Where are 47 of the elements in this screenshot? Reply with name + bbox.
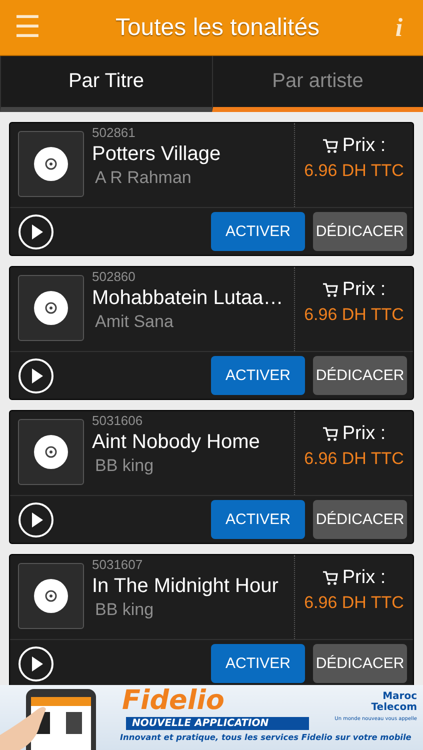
screen-title: Toutes les tonalités [114,14,321,42]
disc-icon [34,291,68,325]
price-label: Prix : [342,423,386,445]
activate-button[interactable]: ACTIVER [211,500,305,539]
brand-logo: Fidelio [122,685,224,717]
disc-icon [34,579,68,613]
price-label: Prix : [342,135,386,157]
price-value: 6.96 DH TTC [304,593,404,613]
dedicate-button[interactable]: DÉDICACER [313,644,407,683]
artist-name: Amit Sana [94,312,174,332]
operator-logo: Maroc Telecom [370,691,417,713]
play-icon[interactable] [18,646,54,682]
tab[interactable]: Par Titre [0,56,212,112]
artist-name: BB king [94,600,155,620]
cart-icon [322,570,338,586]
tagline: Innovant et pratique, tous les services Fidelio sur votre mobile [120,732,412,742]
activate-button[interactable]: ACTIVER [211,644,305,683]
play-icon[interactable] [18,214,54,250]
tone-title: Potters Village [92,143,222,166]
price-value: 6.96 DH TTC [304,161,404,181]
tone-title: Aint Nobody Home [92,431,261,454]
tone-title: Mohabbatein Lutaa… [92,287,284,310]
tone-code: 5031607 [92,557,144,572]
tone-code: 502860 [92,269,136,284]
price-label: Prix : [342,567,386,589]
price-value: 6.96 DH TTC [304,305,404,325]
dedicate-button[interactable]: DÉDICACER [313,356,407,395]
tab[interactable]: Par artiste [212,56,423,112]
play-icon[interactable] [18,502,54,538]
dedicate-button[interactable]: DÉDICACER [313,500,407,539]
play-icon[interactable] [18,358,54,394]
cart-icon [322,282,338,298]
cart-icon [322,426,338,442]
artist-name: BB king [94,456,155,476]
tone-code: 5031606 [92,413,144,428]
price-label: Prix : [342,279,386,301]
activate-button[interactable]: ACTIVER [211,212,305,251]
ribbon-label: NOUVELLE APPLICATION [126,717,309,730]
cart-icon [322,138,338,154]
tone-title: In The Midnight Hour [92,575,280,598]
artist-name: A R Rahman [94,168,192,188]
tone-code: 502861 [92,125,136,140]
disc-icon [34,147,68,181]
dedicate-button[interactable]: DÉDICACER [313,212,407,251]
disc-icon [34,435,68,469]
activate-button[interactable]: ACTIVER [211,356,305,395]
price-value: 6.96 DH TTC [304,449,404,469]
